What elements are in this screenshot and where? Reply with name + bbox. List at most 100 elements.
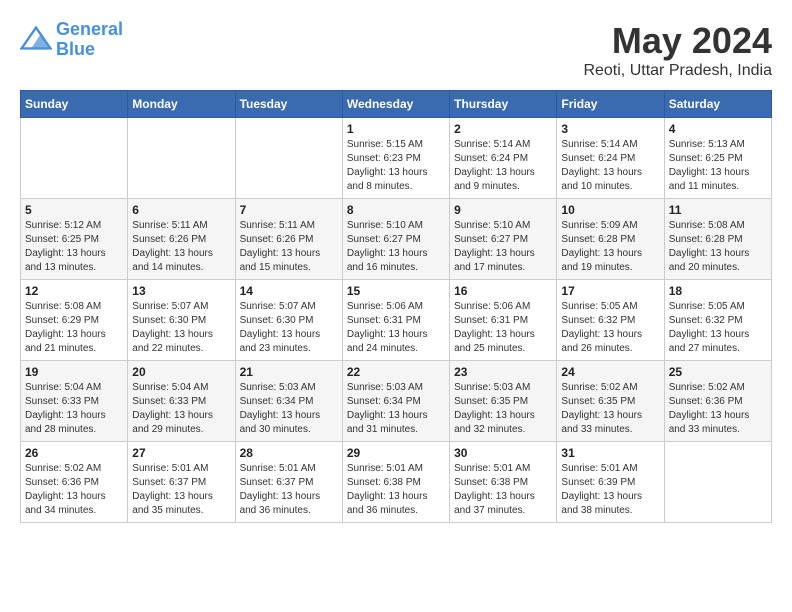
calendar-cell: 14 Sunrise: 5:07 AM Sunset: 6:30 PM Dayli… bbox=[235, 280, 342, 361]
day-number: 3 bbox=[561, 122, 659, 136]
calendar-cell: 16 Sunrise: 5:06 AM Sunset: 6:31 PM Dayli… bbox=[450, 280, 557, 361]
calendar-cell: 23 Sunrise: 5:03 AM Sunset: 6:35 PM Dayli… bbox=[450, 361, 557, 442]
day-info: Sunrise: 5:04 AM Sunset: 6:33 PM Dayligh… bbox=[132, 381, 230, 437]
calendar-cell: 6 Sunrise: 5:11 AM Sunset: 6:26 PM Daylig… bbox=[128, 199, 235, 280]
calendar-cell: 4 Sunrise: 5:13 AM Sunset: 6:25 PM Daylig… bbox=[664, 118, 771, 199]
calendar-cell: 24 Sunrise: 5:02 AM Sunset: 6:35 PM Dayli… bbox=[557, 361, 664, 442]
day-number: 16 bbox=[454, 284, 552, 298]
day-info: Sunrise: 5:10 AM Sunset: 6:27 PM Dayligh… bbox=[347, 219, 445, 275]
day-info: Sunrise: 5:06 AM Sunset: 6:31 PM Dayligh… bbox=[347, 300, 445, 356]
calendar-cell: 1Sunrise: 5:15 AM Sunset: 6:23 PM Daylig… bbox=[342, 118, 449, 199]
calendar-cell: 30 Sunrise: 5:01 AM Sunset: 6:38 PM Dayli… bbox=[450, 442, 557, 523]
day-number: 7 bbox=[240, 203, 338, 217]
day-number: 14 bbox=[240, 284, 338, 298]
day-of-week-header: Monday bbox=[128, 91, 235, 118]
day-of-week-header: Tuesday bbox=[235, 91, 342, 118]
calendar-cell bbox=[128, 118, 235, 199]
day-info: Sunrise: 5:11 AM Sunset: 6:26 PM Dayligh… bbox=[132, 219, 230, 275]
day-number: 8 bbox=[347, 203, 445, 217]
day-number: 31 bbox=[561, 446, 659, 460]
day-number: 30 bbox=[454, 446, 552, 460]
day-number: 12 bbox=[25, 284, 123, 298]
calendar-cell: 2Sunrise: 5:14 AM Sunset: 6:24 PM Daylig… bbox=[450, 118, 557, 199]
day-number: 25 bbox=[669, 365, 767, 379]
day-info: Sunrise: 5:03 AM Sunset: 6:34 PM Dayligh… bbox=[240, 381, 338, 437]
calendar-cell: 26 Sunrise: 5:02 AM Sunset: 6:36 PM Dayli… bbox=[21, 442, 128, 523]
calendar-week-row: 1Sunrise: 5:15 AM Sunset: 6:23 PM Daylig… bbox=[21, 118, 772, 199]
day-info: Sunrise: 5:02 AM Sunset: 6:35 PM Dayligh… bbox=[561, 381, 659, 437]
calendar-cell: 3 Sunrise: 5:14 AM Sunset: 6:24 PM Daylig… bbox=[557, 118, 664, 199]
calendar-cell: 7 Sunrise: 5:11 AM Sunset: 6:26 PM Daylig… bbox=[235, 199, 342, 280]
calendar-cell: 29Sunrise: 5:01 AM Sunset: 6:38 PM Dayli… bbox=[342, 442, 449, 523]
calendar-cell: 27 Sunrise: 5:01 AM Sunset: 6:37 PM Dayli… bbox=[128, 442, 235, 523]
day-info: Sunrise: 5:09 AM Sunset: 6:28 PM Dayligh… bbox=[561, 219, 659, 275]
day-info: Sunrise: 5:01 AM Sunset: 6:39 PM Dayligh… bbox=[561, 462, 659, 518]
calendar-week-row: 5Sunrise: 5:12 AM Sunset: 6:25 PM Daylig… bbox=[21, 199, 772, 280]
day-info: Sunrise: 5:10 AM Sunset: 6:27 PM Dayligh… bbox=[454, 219, 552, 275]
day-number: 19 bbox=[25, 365, 123, 379]
day-number: 6 bbox=[132, 203, 230, 217]
calendar-cell: 22Sunrise: 5:03 AM Sunset: 6:34 PM Dayli… bbox=[342, 361, 449, 442]
calendar-cell bbox=[664, 442, 771, 523]
day-number: 11 bbox=[669, 203, 767, 217]
day-info: Sunrise: 5:01 AM Sunset: 6:37 PM Dayligh… bbox=[240, 462, 338, 518]
day-number: 24 bbox=[561, 365, 659, 379]
day-number: 1 bbox=[347, 122, 445, 136]
subtitle: Reoti, Uttar Pradesh, India bbox=[583, 62, 772, 80]
calendar-cell: 31 Sunrise: 5:01 AM Sunset: 6:39 PM Dayli… bbox=[557, 442, 664, 523]
calendar-cell: 21Sunrise: 5:03 AM Sunset: 6:34 PM Dayli… bbox=[235, 361, 342, 442]
day-info: Sunrise: 5:02 AM Sunset: 6:36 PM Dayligh… bbox=[25, 462, 123, 518]
calendar-cell: 25 Sunrise: 5:02 AM Sunset: 6:36 PM Dayli… bbox=[664, 361, 771, 442]
calendar-cell bbox=[235, 118, 342, 199]
day-info: Sunrise: 5:11 AM Sunset: 6:26 PM Dayligh… bbox=[240, 219, 338, 275]
calendar-cell: 9 Sunrise: 5:10 AM Sunset: 6:27 PM Daylig… bbox=[450, 199, 557, 280]
day-number: 18 bbox=[669, 284, 767, 298]
day-number: 17 bbox=[561, 284, 659, 298]
logo-text: General Blue bbox=[56, 20, 123, 60]
day-number: 26 bbox=[25, 446, 123, 460]
logo-line1: General bbox=[56, 19, 123, 39]
day-number: 23 bbox=[454, 365, 552, 379]
day-info: Sunrise: 5:14 AM Sunset: 6:24 PM Dayligh… bbox=[454, 138, 552, 194]
day-number: 15 bbox=[347, 284, 445, 298]
day-number: 9 bbox=[454, 203, 552, 217]
day-info: Sunrise: 5:12 AM Sunset: 6:25 PM Dayligh… bbox=[25, 219, 123, 275]
logo: General Blue bbox=[20, 20, 123, 60]
day-number: 22 bbox=[347, 365, 445, 379]
calendar-cell: 11Sunrise: 5:08 AM Sunset: 6:28 PM Dayli… bbox=[664, 199, 771, 280]
main-title: May 2024 bbox=[583, 20, 772, 62]
calendar-cell: 5Sunrise: 5:12 AM Sunset: 6:25 PM Daylig… bbox=[21, 199, 128, 280]
day-info: Sunrise: 5:01 AM Sunset: 6:37 PM Dayligh… bbox=[132, 462, 230, 518]
calendar-week-row: 26 Sunrise: 5:02 AM Sunset: 6:36 PM Dayli… bbox=[21, 442, 772, 523]
day-info: Sunrise: 5:02 AM Sunset: 6:36 PM Dayligh… bbox=[669, 381, 767, 437]
calendar-cell: 13Sunrise: 5:07 AM Sunset: 6:30 PM Dayli… bbox=[128, 280, 235, 361]
day-of-week-header: Wednesday bbox=[342, 91, 449, 118]
day-of-week-header: Thursday bbox=[450, 91, 557, 118]
title-area: May 2024 Reoti, Uttar Pradesh, India bbox=[583, 20, 772, 80]
day-of-week-header: Saturday bbox=[664, 91, 771, 118]
day-info: Sunrise: 5:04 AM Sunset: 6:33 PM Dayligh… bbox=[25, 381, 123, 437]
day-of-week-header: Friday bbox=[557, 91, 664, 118]
calendar-header-row: SundayMondayTuesdayWednesdayThursdayFrid… bbox=[21, 91, 772, 118]
day-info: Sunrise: 5:05 AM Sunset: 6:32 PM Dayligh… bbox=[561, 300, 659, 356]
day-number: 27 bbox=[132, 446, 230, 460]
calendar-week-row: 19 Sunrise: 5:04 AM Sunset: 6:33 PM Dayli… bbox=[21, 361, 772, 442]
day-info: Sunrise: 5:06 AM Sunset: 6:31 PM Dayligh… bbox=[454, 300, 552, 356]
day-number: 28 bbox=[240, 446, 338, 460]
day-info: Sunrise: 5:13 AM Sunset: 6:25 PM Dayligh… bbox=[669, 138, 767, 194]
calendar-cell: 12 Sunrise: 5:08 AM Sunset: 6:29 PM Dayli… bbox=[21, 280, 128, 361]
calendar-cell: 15 Sunrise: 5:06 AM Sunset: 6:31 PM Dayli… bbox=[342, 280, 449, 361]
calendar-cell: 20 Sunrise: 5:04 AM Sunset: 6:33 PM Dayli… bbox=[128, 361, 235, 442]
day-info: Sunrise: 5:07 AM Sunset: 6:30 PM Dayligh… bbox=[132, 300, 230, 356]
day-number: 4 bbox=[669, 122, 767, 136]
day-info: Sunrise: 5:07 AM Sunset: 6:30 PM Dayligh… bbox=[240, 300, 338, 356]
logo-line2: Blue bbox=[56, 39, 95, 59]
calendar-cell: 18Sunrise: 5:05 AM Sunset: 6:32 PM Dayli… bbox=[664, 280, 771, 361]
day-info: Sunrise: 5:14 AM Sunset: 6:24 PM Dayligh… bbox=[561, 138, 659, 194]
day-info: Sunrise: 5:03 AM Sunset: 6:35 PM Dayligh… bbox=[454, 381, 552, 437]
calendar-cell: 28 Sunrise: 5:01 AM Sunset: 6:37 PM Dayli… bbox=[235, 442, 342, 523]
calendar-cell: 8 Sunrise: 5:10 AM Sunset: 6:27 PM Daylig… bbox=[342, 199, 449, 280]
day-number: 20 bbox=[132, 365, 230, 379]
day-info: Sunrise: 5:01 AM Sunset: 6:38 PM Dayligh… bbox=[454, 462, 552, 518]
day-info: Sunrise: 5:08 AM Sunset: 6:29 PM Dayligh… bbox=[25, 300, 123, 356]
